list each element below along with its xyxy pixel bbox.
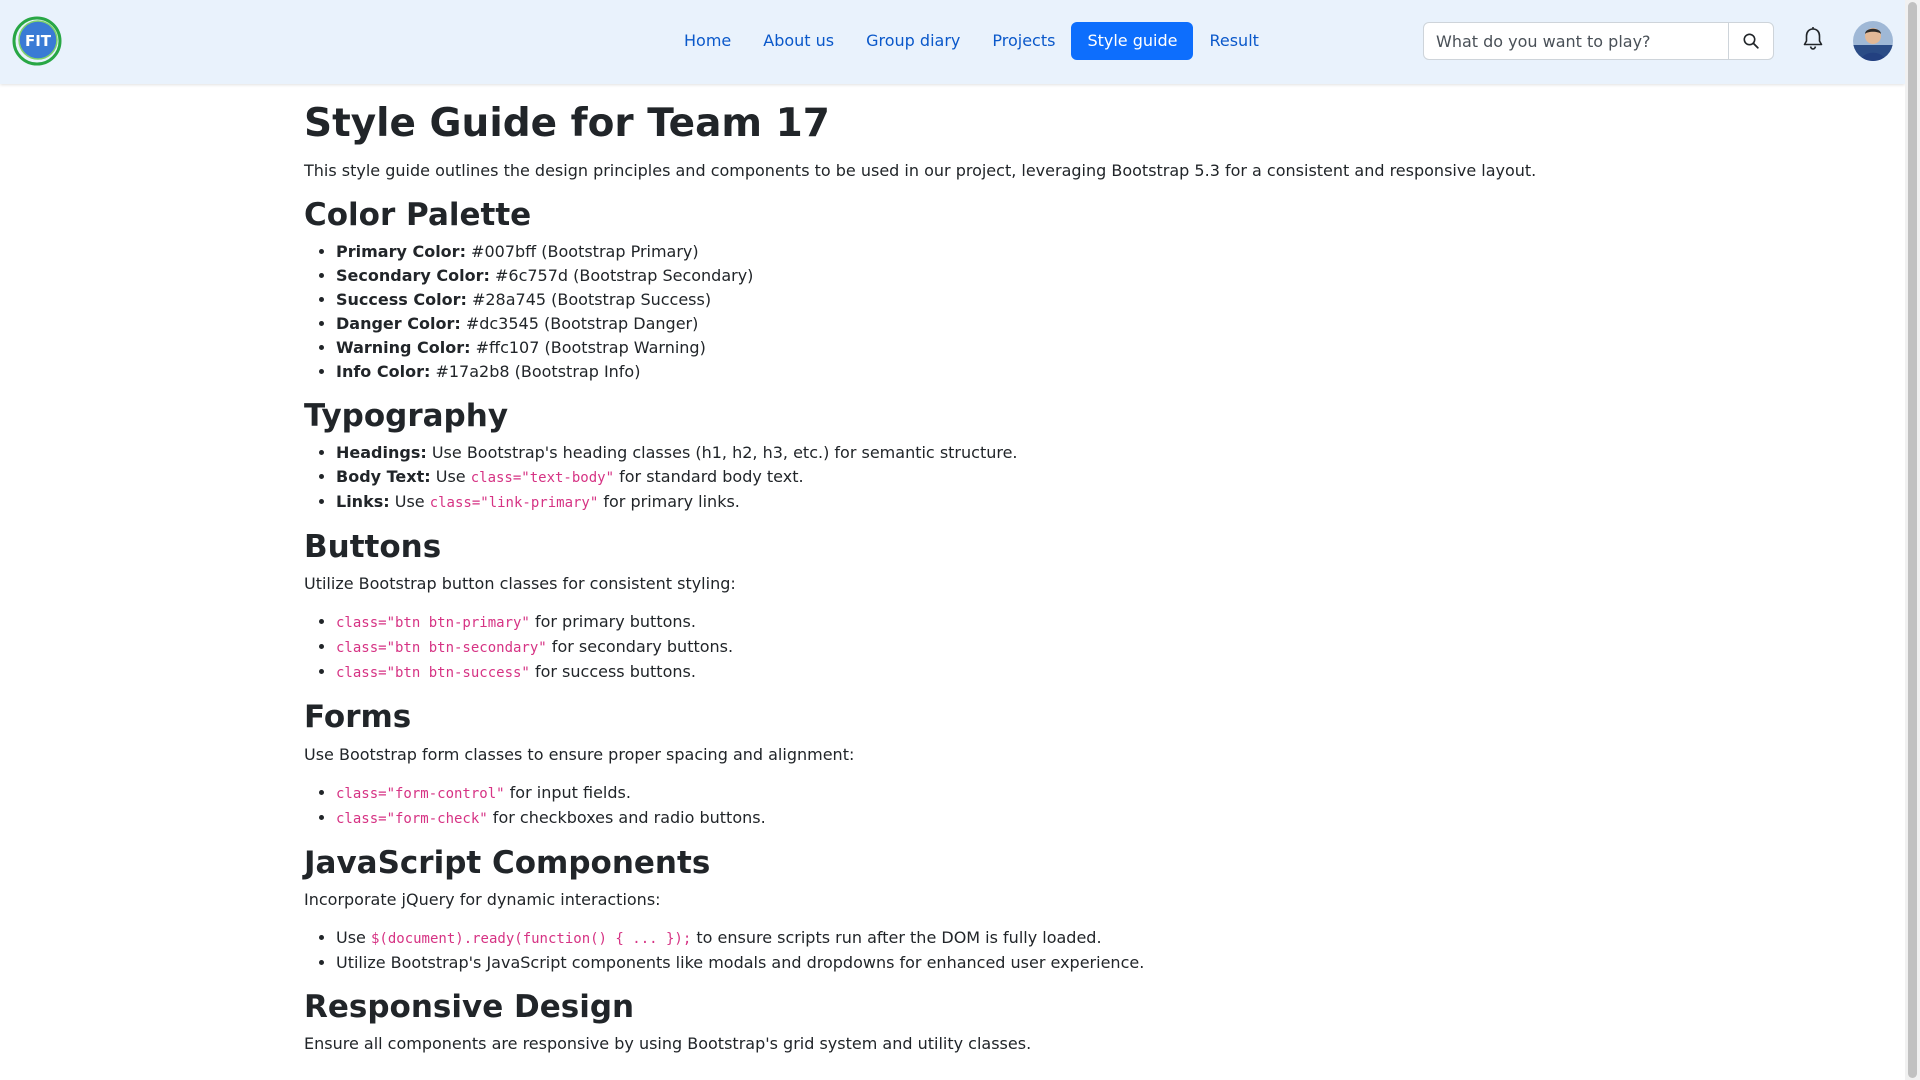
nav-home[interactable]: Home <box>668 22 747 60</box>
list-item: Danger Color: #dc3545 (Bootstrap Danger) <box>336 312 1604 336</box>
bell-icon <box>1803 27 1823 50</box>
nav-style-guide[interactable]: Style guide <box>1071 22 1194 60</box>
page-title: Style Guide for Team 17 <box>304 101 830 146</box>
forms-list: class="form-control" for input fields. c… <box>304 781 1604 831</box>
top-navbar: FIT Home About us Group diary Projects S… <box>0 0 1905 84</box>
fit-logo[interactable]: FIT <box>12 16 62 66</box>
responsive-heading: Responsive Design <box>304 988 635 1025</box>
search-box <box>1423 22 1774 60</box>
list-item: Body Text: Use class="text-body" for sta… <box>336 465 1604 490</box>
nav-group-diary[interactable]: Group diary <box>850 22 976 60</box>
logo-text: FIT <box>25 32 52 50</box>
forms-intro: Use Bootstrap form classes to ensure pro… <box>304 744 855 764</box>
list-item: Links: Use class="link-primary" for prim… <box>336 490 1604 515</box>
page-scrollbar[interactable] <box>1905 0 1920 1080</box>
list-item: class="btn btn-secondary" for secondary … <box>336 635 1604 660</box>
list-item: class="btn btn-success" for success butt… <box>336 660 1604 685</box>
color-palette-list: Primary Color: #007bff (Bootstrap Primar… <box>304 240 1604 384</box>
responsive-intro: Ensure all components are responsive by … <box>304 1033 1032 1053</box>
list-item: class="btn btn-primary" for primary butt… <box>336 610 1604 635</box>
list-item: Info Color: #17a2b8 (Bootstrap Info) <box>336 360 1604 384</box>
search-button[interactable] <box>1728 23 1773 59</box>
user-avatar[interactable] <box>1853 21 1893 61</box>
search-input[interactable] <box>1424 23 1728 59</box>
style-guide-content: Style Guide for Team 17 This style guide… <box>304 100 1604 1070</box>
intro-paragraph: This style guide outlines the design pri… <box>304 160 1537 180</box>
buttons-intro: Utilize Bootstrap button classes for con… <box>304 574 736 594</box>
typography-heading: Typography <box>304 397 509 434</box>
list-item: Success Color: #28a745 (Bootstrap Succes… <box>336 288 1604 312</box>
typography-list: Headings: Use Bootstrap's heading classe… <box>304 441 1604 515</box>
list-item: class="form-check" for checkboxes and ra… <box>336 806 1604 831</box>
list-item: Headings: Use Bootstrap's heading classe… <box>336 441 1604 465</box>
list-item: Utilize Bootstrap's JavaScript component… <box>336 951 1604 975</box>
buttons-list: class="btn btn-primary" for primary butt… <box>304 610 1604 685</box>
buttons-heading: Buttons <box>304 529 442 566</box>
javascript-heading: JavaScript Components <box>304 844 711 881</box>
javascript-list: Use $(document).ready(function() { ... }… <box>304 926 1604 975</box>
list-item: Warning Color: #ffc107 (Bootstrap Warnin… <box>336 336 1604 360</box>
main-nav: Home About us Group diary Projects Style… <box>668 22 1275 60</box>
color-palette-heading: Color Palette <box>304 196 532 233</box>
list-item: class="form-control" for input fields. <box>336 781 1604 806</box>
list-item: Use $(document).ready(function() { ... }… <box>336 926 1604 951</box>
javascript-intro: Incorporate jQuery for dynamic interacti… <box>304 889 661 909</box>
nav-about-us[interactable]: About us <box>747 22 850 60</box>
nav-projects[interactable]: Projects <box>976 22 1071 60</box>
search-icon <box>1743 33 1759 49</box>
list-item: Primary Color: #007bff (Bootstrap Primar… <box>336 240 1604 264</box>
forms-heading: Forms <box>304 699 412 736</box>
nav-result[interactable]: Result <box>1193 22 1274 60</box>
list-item: Secondary Color: #6c757d (Bootstrap Seco… <box>336 264 1604 288</box>
scrollbar-thumb[interactable] <box>1908 2 1917 1078</box>
notification-button[interactable] <box>1801 26 1825 52</box>
